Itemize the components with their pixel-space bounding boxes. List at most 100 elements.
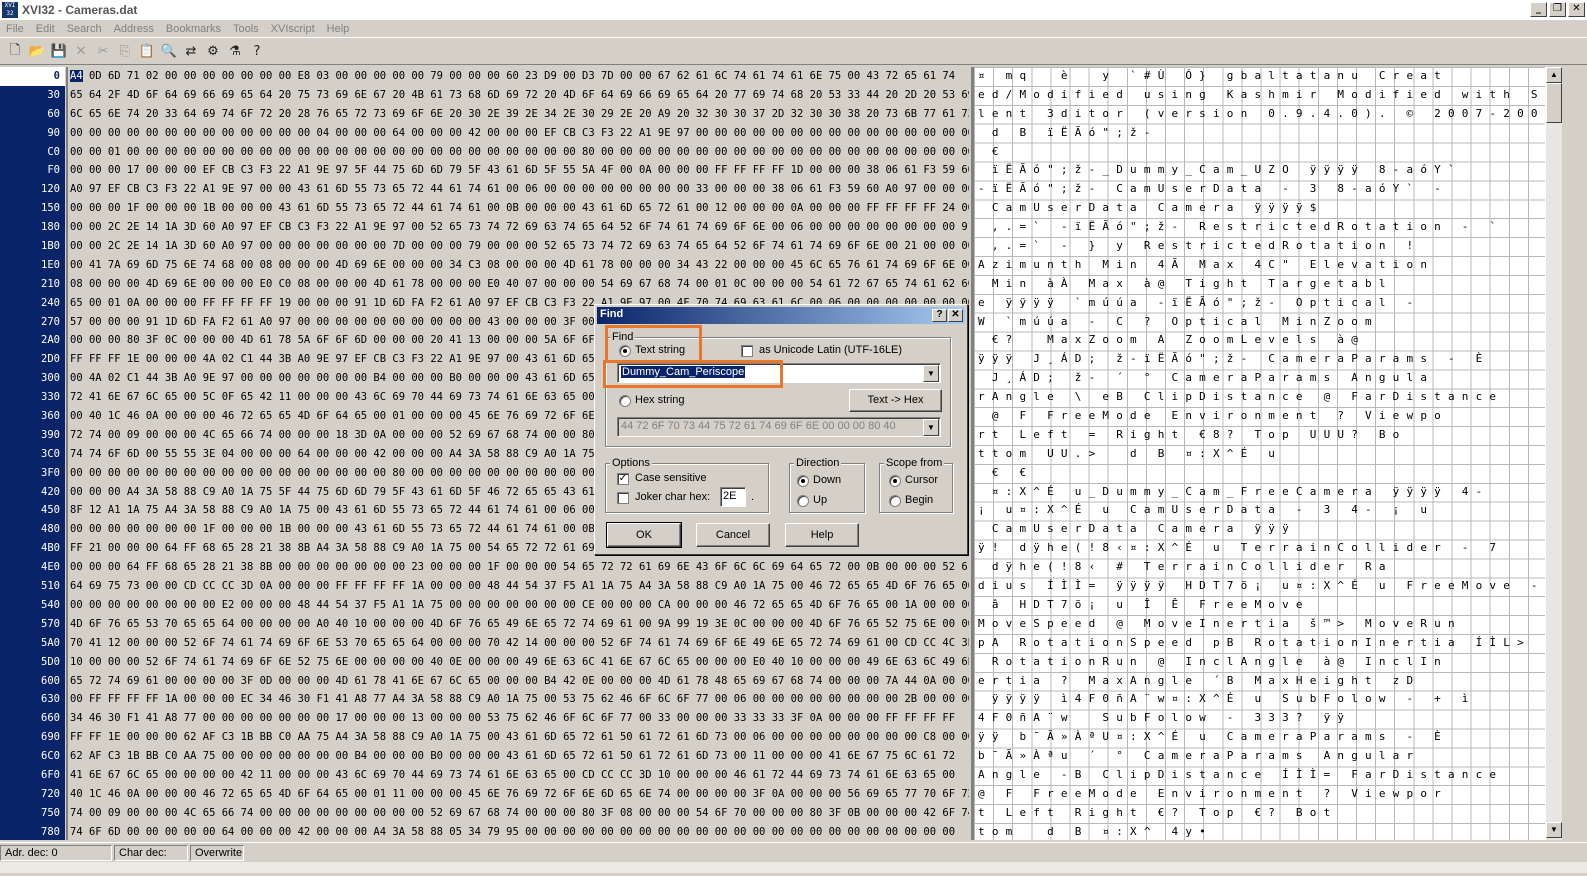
chevron-down-icon[interactable]: ▼	[923, 365, 939, 382]
hex-string-radio[interactable]	[619, 395, 631, 407]
text-row[interactable]: â HDT7õ¡ u Î Ê FreeMove	[974, 596, 1545, 615]
menu-search[interactable]: Search	[61, 23, 108, 35]
text-row[interactable]: ÿ! dÿhe(!8‹¤:X^É u TerrainCollider - 7	[974, 539, 1545, 558]
text-row[interactable]: e ÿÿÿÿ `múúa -ïËÃó";ž- Optical -	[974, 294, 1545, 313]
text-row[interactable]: rt Left = Right €8? Top UUU? Bo	[974, 426, 1545, 445]
close-file-icon[interactable]: ✕	[70, 41, 92, 63]
menu-address[interactable]: Address	[108, 23, 160, 35]
text-row[interactable]: € €	[974, 464, 1545, 483]
scope-cursor-radio[interactable]	[889, 475, 901, 487]
text-row[interactable]: @ F FreeMode Environment ? Viewpor	[974, 785, 1545, 804]
chevron-down-icon[interactable]: ▼	[923, 419, 939, 436]
text-string-radio[interactable]	[619, 345, 631, 357]
scroll-up-icon[interactable]: ▲	[1546, 67, 1562, 83]
script-icon[interactable]: ⚗	[224, 41, 246, 63]
scope-begin-radio[interactable]	[889, 495, 901, 507]
text-row[interactable]: dÿhe(!8‹ # TerrainCollider Ra	[974, 558, 1545, 577]
hex-row[interactable]: 65 72 74 69 61 00 00 00 00 3F 0D 00 00 0…	[68, 672, 969, 691]
menu-file[interactable]: File	[0, 23, 30, 35]
menu-help[interactable]: Help	[321, 23, 356, 35]
hex-row[interactable]: 00 FF FF FF FF 1A 00 00 00 EC 34 46 30 F…	[68, 690, 969, 709]
text-row[interactable]: CamUserData Camera ÿÿÿ	[974, 520, 1545, 539]
hex-row[interactable]: 00 00 00 64 FF 68 65 28 21 38 8B 00 00 0…	[68, 558, 969, 577]
unicode-checkbox[interactable]	[741, 345, 753, 357]
text-row[interactable]: ttom UU.> d B ¤:X^É u	[974, 445, 1545, 464]
text-row[interactable]: ertia ? MaxAngle ´B MaxHeight zD	[974, 672, 1545, 691]
hex-row[interactable]: 34 46 30 F1 41 A8 77 00 00 00 00 00 00 0…	[68, 709, 969, 728]
text-row[interactable]: ¤ mq è y `#Ù Ó} gbaltatanu Creat	[974, 67, 1545, 86]
text-row[interactable]: 4F0ñA¨w SubFolow - 333? ÿÿ	[974, 709, 1545, 728]
case-sensitive-checkbox[interactable]: ✓	[617, 473, 629, 485]
hex-row[interactable]: 70 41 12 00 00 00 52 6F 74 61 74 69 6F 6…	[68, 634, 969, 653]
text-row[interactable]: ,.=` -ïËÃó";ž- RestrictedRotation - `	[974, 218, 1545, 237]
joker-checkbox[interactable]	[617, 492, 629, 504]
text-row[interactable]: MoveSpeed @ MoveInertia š™> MoveRun	[974, 615, 1545, 634]
text-row[interactable]: CamUserData Camera ÿÿÿÿ$	[974, 199, 1545, 218]
hex-row[interactable]: 41 6E 67 6C 65 00 00 00 00 42 11 00 00 0…	[68, 766, 969, 785]
menu-bookmarks[interactable]: Bookmarks	[160, 23, 227, 35]
restore-icon[interactable]: ❐	[1549, 2, 1566, 17]
hex-row[interactable]: A4 0D 6D 71 02 00 00 00 00 00 00 00 E8 0…	[68, 67, 969, 86]
scroll-down-icon[interactable]: ▼	[1546, 822, 1562, 838]
hex-row[interactable]: 08 00 00 00 4D 69 6E 00 00 00 E0 C0 08 0…	[68, 275, 969, 294]
settings-icon[interactable]: ⚙	[202, 41, 224, 63]
text-row[interactable]: ïËÃó";ž-_Dummy_Cam_UZO ÿÿÿÿ 8-aóY`	[974, 161, 1545, 180]
text-row[interactable]: ed/Modified using Kashmir Modified with …	[974, 86, 1545, 105]
menu-edit[interactable]: Edit	[30, 23, 61, 35]
text-row[interactable]: ,.=` - } y RestrictedRotation !	[974, 237, 1545, 256]
joker-input[interactable]: 2E	[720, 487, 746, 507]
text-row[interactable]: Min àÀ Max à@ Tight Targetabl	[974, 275, 1545, 294]
text-row[interactable]: J¸ÁD; ž- ´ ° CameraParams Angula	[974, 369, 1545, 388]
hex-row[interactable]: 10 00 00 00 52 6F 74 61 74 69 6F 6E 52 7…	[68, 653, 969, 672]
text-row[interactable]: rAngle \ eB ClipDistance @ FarDistance	[974, 388, 1545, 407]
text-row[interactable]: ÿÿÿ J¸ÁD; ž-ïËÃó";ž- CameraParams - È	[974, 350, 1545, 369]
hex-row[interactable]: A0 97 EF CB C3 F3 22 A1 9E 97 00 00 43 6…	[68, 180, 969, 199]
open-file-icon[interactable]: 📂	[26, 41, 48, 63]
hex-row[interactable]: 64 69 75 73 00 00 CD CC CC 3D 0A 00 00 0…	[68, 577, 969, 596]
text-row[interactable]: €? MaxZoom A ZoomLevels à@	[974, 331, 1545, 350]
hex-row[interactable]: 00 41 7A 69 6D 75 6E 74 68 00 08 00 00 0…	[68, 256, 969, 275]
hex-row[interactable]: 00 00 2C 2E 14 1A 3D 60 A0 97 EF CB C3 F…	[68, 218, 969, 237]
text-row[interactable]: lent 3ditor (version 0.9.4.0). © 2007-20…	[974, 105, 1545, 124]
hex-cursor-byte[interactable]: A4	[70, 70, 83, 82]
hex-row[interactable]: 00 00 00 00 00 00 00 00 E2 00 00 00 48 4…	[68, 596, 969, 615]
find-icon[interactable]: 🔍	[158, 41, 180, 63]
search-text-combo[interactable]: Dummy_Cam_Periscope ▼	[617, 363, 941, 383]
close-icon[interactable]: ✕	[1568, 2, 1585, 17]
copy-icon[interactable]: ⎘	[114, 41, 136, 63]
hex-row[interactable]: 00 00 00 1F 00 00 00 1B 00 00 00 43 61 6…	[68, 199, 969, 218]
save-icon[interactable]: 💾	[48, 41, 70, 63]
text-row[interactable]: dius ÍÌÌ= ÿÿÿÿ HDT7õ¡ u¤:X^É u FreeMove …	[974, 577, 1545, 596]
direction-down-radio[interactable]	[797, 475, 809, 487]
text-row[interactable]: b¯Ã»Àªu ´ ° CameraParams Angular	[974, 747, 1545, 766]
context-help-icon[interactable]: ?	[932, 309, 947, 322]
help-icon[interactable]: ?	[246, 41, 268, 63]
text-to-hex-button[interactable]: Text -> Hex	[849, 389, 942, 412]
hex-row[interactable]: 4D 6F 76 65 53 70 65 65 64 00 00 00 00 A…	[68, 615, 969, 634]
replace-icon[interactable]: ⇄	[180, 41, 202, 63]
hex-row[interactable]: 00 00 00 17 00 00 00 EF CB C3 F3 22 A1 9…	[68, 161, 969, 180]
text-row[interactable]: Azimunth Min 4Ã Max 4C" Elevation	[974, 256, 1545, 275]
scroll-thumb[interactable]	[1546, 83, 1562, 123]
hex-row[interactable]: 6C 65 6E 74 20 33 64 69 74 6F 72 20 28 7…	[68, 105, 969, 124]
ok-button[interactable]: OK	[606, 522, 682, 548]
menu-tools[interactable]: Tools	[227, 23, 265, 35]
hex-row[interactable]: 74 6F 6D 00 00 00 00 00 64 00 00 00 42 0…	[68, 823, 969, 840]
text-row[interactable]: tom d B ¤:X^ 4y•	[974, 823, 1545, 840]
text-row[interactable]: @ F FreeMode Environment ? Viewpo	[974, 407, 1545, 426]
text-row[interactable]: ÿÿÿÿ ì4F0ñA¨w¤:X^É u SubFolow - + ì	[974, 690, 1545, 709]
paste-icon[interactable]: 📋	[136, 41, 158, 63]
text-row[interactable]: -ïËÃó";ž- CamUserData - 3 8-aóY` -	[974, 180, 1545, 199]
text-row[interactable]: d B ïËÃó";ž-	[974, 124, 1545, 143]
hex-row[interactable]: 00 00 00 00 00 00 00 00 00 00 00 00 00 0…	[68, 124, 969, 143]
hex-row[interactable]: 00 00 2C 2E 14 1A 3D 60 A0 97 00 00 00 0…	[68, 237, 969, 256]
dialog-close-icon[interactable]: ✕	[948, 309, 963, 322]
hex-row[interactable]: 65 64 2F 4D 6F 64 69 66 69 65 64 20 75 7…	[68, 86, 969, 105]
vertical-scrollbar[interactable]: ▲ ▼	[1545, 67, 1562, 840]
text-row[interactable]: Angle -B ClipDistance ÍÌÌ= FarDistance	[974, 766, 1545, 785]
help-button[interactable]: Help	[785, 523, 859, 547]
hex-row[interactable]: 62 AF C3 1B BB C0 AA 75 00 00 00 00 00 0…	[68, 747, 969, 766]
text-row[interactable]: RotationRun @ InclAngle à@ InclIn	[974, 653, 1545, 672]
text-pane[interactable]: ¤ mq è y `#Ù Ó} gbaltatanu Creat ed/Modif…	[971, 67, 1545, 840]
text-row[interactable]: €	[974, 143, 1545, 162]
